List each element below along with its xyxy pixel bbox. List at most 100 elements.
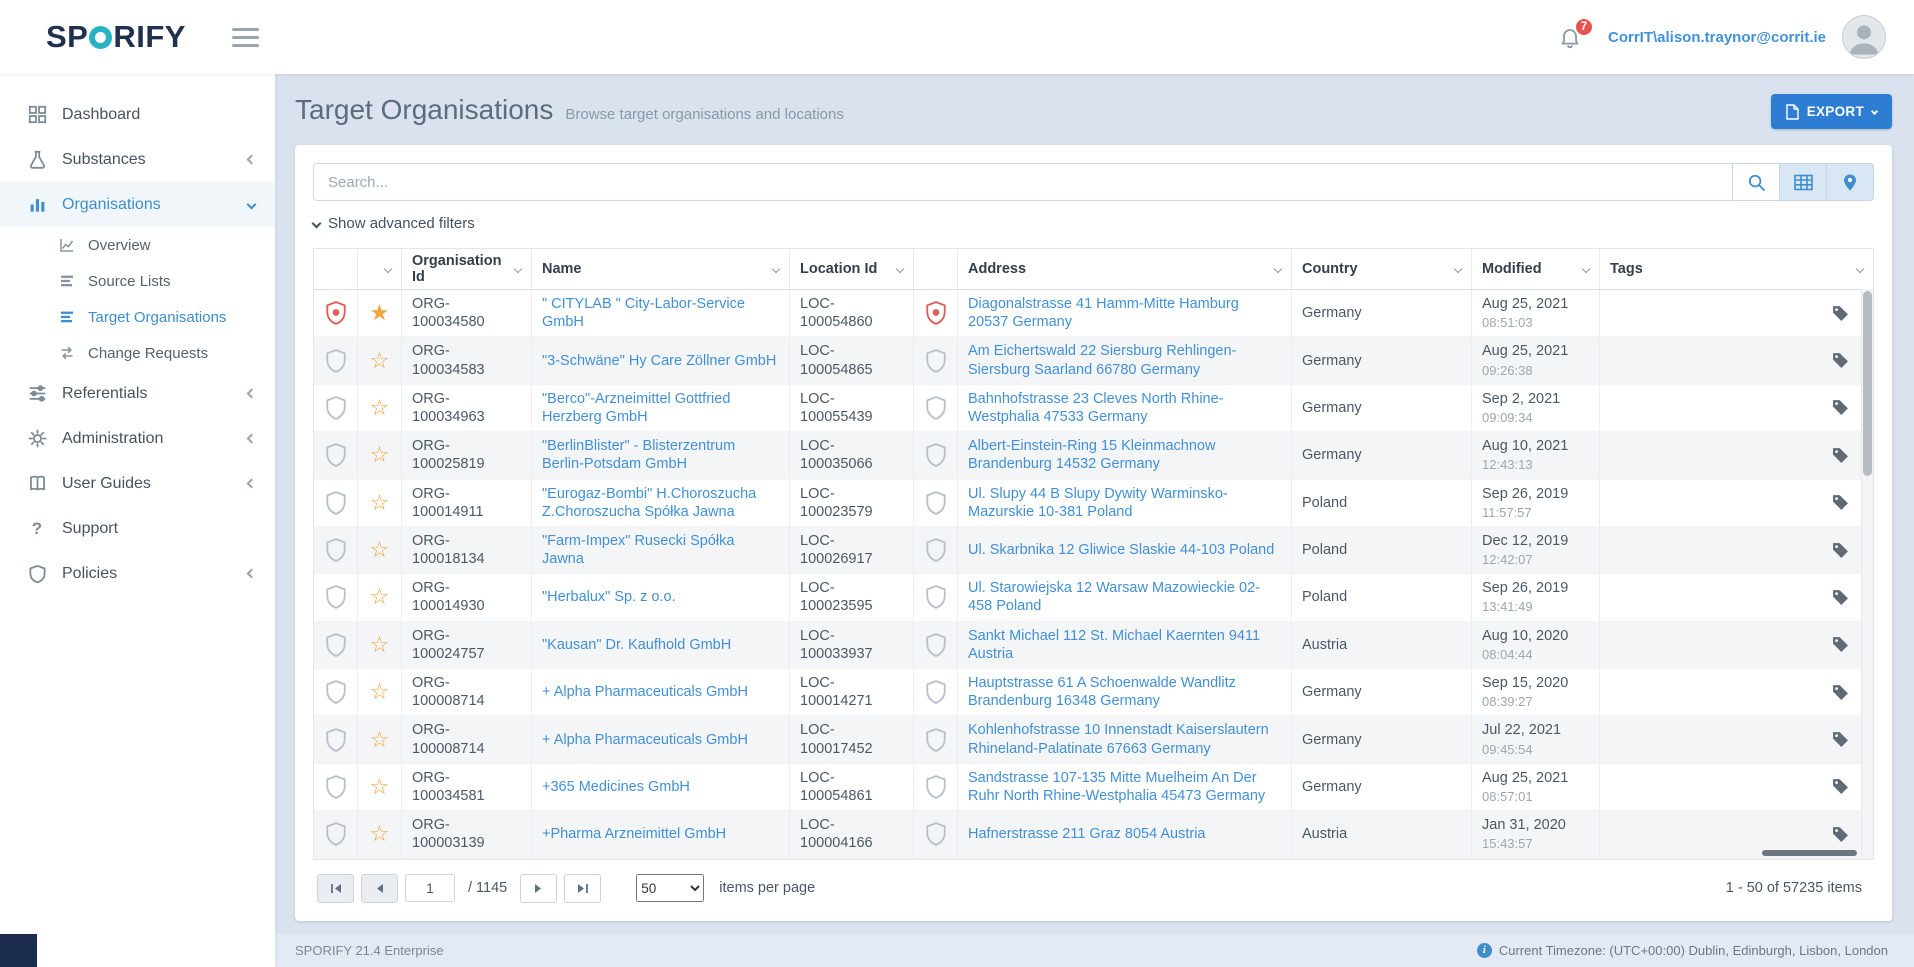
- location-shield-icon[interactable]: [925, 822, 947, 846]
- address-link[interactable]: Albert-Einstein-Ring 15 Kleinmachnow Bra…: [968, 437, 1281, 473]
- organisation-shield-icon[interactable]: [325, 349, 347, 373]
- vertical-scrollbar[interactable]: [1861, 289, 1873, 859]
- next-page-button[interactable]: [520, 874, 557, 903]
- table-row[interactable]: ☆ ORG-100024757 "Kausan" Dr. Kaufhold Gm…: [314, 622, 1873, 669]
- previous-page-button[interactable]: [361, 874, 398, 903]
- sidebar-item-target-organisations[interactable]: Target Organisations: [0, 299, 275, 335]
- tag-icon[interactable]: [1832, 399, 1849, 416]
- column-header-location-shield[interactable]: [914, 249, 958, 289]
- address-link[interactable]: Hafnerstrasse 211 Graz 8054 Austria: [968, 825, 1281, 843]
- organisation-name-link[interactable]: +Pharma Arzneimittel GmbH: [542, 825, 779, 843]
- page-size-select[interactable]: 50: [636, 874, 704, 902]
- user-account-menu[interactable]: CorrIT\alison.traynor@corrit.ie: [1608, 29, 1826, 46]
- star-icon[interactable]: ☆: [370, 823, 390, 845]
- tag-icon[interactable]: [1832, 494, 1849, 511]
- table-row[interactable]: ☆ ORG-100014930 "Herbalux" Sp. z o.o. LO…: [314, 574, 1873, 621]
- sidebar-item-organisations[interactable]: Organisations: [0, 182, 275, 227]
- column-header-favourite[interactable]: [358, 249, 402, 289]
- organisation-name-link[interactable]: "Farm-Impex" Rusecki Spółka Jawna: [542, 532, 779, 568]
- organisation-shield-icon[interactable]: [325, 538, 347, 562]
- address-link[interactable]: Bahnhofstrasse 23 Cleves North Rhine-Wes…: [968, 390, 1281, 426]
- address-link[interactable]: Diagonalstrasse 41 Hamm-Mitte Hamburg 20…: [968, 295, 1281, 331]
- star-icon[interactable]: ☆: [370, 681, 390, 703]
- address-link[interactable]: Ul. Skarbnika 12 Gliwice Slaskie 44-103 …: [968, 541, 1281, 559]
- location-shield-icon[interactable]: [925, 728, 947, 752]
- organisation-shield-icon[interactable]: [325, 822, 347, 846]
- column-header-organisation-id[interactable]: Organisation Id: [402, 249, 532, 289]
- star-icon[interactable]: ☆: [370, 444, 390, 466]
- star-icon[interactable]: ☆: [370, 492, 390, 514]
- sidebar-item-overview[interactable]: Overview: [0, 227, 275, 263]
- sidebar-item-user-guides[interactable]: User Guides: [0, 461, 275, 506]
- organisation-shield-icon[interactable]: [325, 301, 347, 325]
- tag-icon[interactable]: [1832, 589, 1849, 606]
- location-shield-icon[interactable]: [925, 680, 947, 704]
- tag-icon[interactable]: [1832, 684, 1849, 701]
- tag-icon[interactable]: [1832, 542, 1849, 559]
- search-button[interactable]: [1732, 163, 1780, 201]
- sidebar-item-support[interactable]: ? Support: [0, 506, 275, 551]
- star-icon[interactable]: ☆: [370, 729, 390, 751]
- organisation-shield-icon[interactable]: [325, 491, 347, 515]
- first-page-button[interactable]: [317, 874, 354, 903]
- sidebar-collapse-button[interactable]: [0, 934, 37, 967]
- table-row[interactable]: ☆ ORG-100014911 "Eurogaz-Bombi" H.Choros…: [314, 480, 1873, 527]
- column-header-location-id[interactable]: Location Id: [790, 249, 914, 289]
- organisation-name-link[interactable]: " CITYLAB " City-Labor-Service GmbH: [542, 295, 779, 331]
- address-link[interactable]: Hauptstrasse 61 A Schoenwalde Wandlitz B…: [968, 674, 1281, 710]
- organisation-name-link[interactable]: + Alpha Pharmaceuticals GmbH: [542, 731, 779, 749]
- organisation-shield-icon[interactable]: [325, 728, 347, 752]
- star-icon[interactable]: ☆: [370, 350, 390, 372]
- location-shield-icon[interactable]: [925, 301, 947, 325]
- table-row[interactable]: ★ ORG-100034580 " CITYLAB " City-Labor-S…: [314, 290, 1873, 337]
- organisation-shield-icon[interactable]: [325, 680, 347, 704]
- sporify-logo[interactable]: SPRIFY: [46, 19, 186, 55]
- column-header-address[interactable]: Address: [958, 249, 1292, 289]
- location-shield-icon[interactable]: [925, 491, 947, 515]
- table-view-button[interactable]: [1779, 163, 1827, 201]
- table-row[interactable]: ☆ ORG-100018134 "Farm-Impex" Rusecki Spó…: [314, 527, 1873, 574]
- sidebar-item-source-lists[interactable]: Source Lists: [0, 263, 275, 299]
- star-icon[interactable]: ☆: [370, 397, 390, 419]
- sidebar-item-policies[interactable]: Policies: [0, 551, 275, 596]
- vertical-scrollbar-thumb[interactable]: [1863, 291, 1872, 476]
- tag-icon[interactable]: [1832, 636, 1849, 653]
- search-input[interactable]: [313, 163, 1733, 201]
- page-number-input[interactable]: [405, 874, 455, 902]
- organisation-name-link[interactable]: + Alpha Pharmaceuticals GmbH: [542, 683, 779, 701]
- export-button[interactable]: EXPORT: [1771, 94, 1892, 129]
- map-view-button[interactable]: [1826, 163, 1874, 201]
- tag-icon[interactable]: [1832, 731, 1849, 748]
- avatar[interactable]: [1842, 15, 1886, 59]
- table-row[interactable]: ☆ ORG-100008714 + Alpha Pharmaceuticals …: [314, 669, 1873, 716]
- tag-icon[interactable]: [1832, 778, 1849, 795]
- last-page-button[interactable]: [564, 874, 601, 903]
- show-advanced-filters-toggle[interactable]: Show advanced filters: [313, 215, 475, 232]
- location-shield-icon[interactable]: [925, 443, 947, 467]
- location-shield-icon[interactable]: [925, 775, 947, 799]
- address-link[interactable]: Ul. Slupy 44 B Slupy Dywity Warminsko-Ma…: [968, 485, 1281, 521]
- organisation-shield-icon[interactable]: [325, 775, 347, 799]
- sidebar-item-change-requests[interactable]: Change Requests: [0, 335, 275, 371]
- star-icon[interactable]: ★: [370, 302, 390, 324]
- organisation-shield-icon[interactable]: [325, 585, 347, 609]
- sidebar-item-referentials[interactable]: Referentials: [0, 371, 275, 416]
- table-row[interactable]: ☆ ORG-100034583 "3-Schwäne" Hy Care Zöll…: [314, 337, 1873, 384]
- organisation-name-link[interactable]: "Eurogaz-Bombi" H.Choroszucha Z.Choroszu…: [542, 485, 779, 521]
- organisation-name-link[interactable]: +365 Medicines GmbH: [542, 778, 779, 796]
- address-link[interactable]: Sankt Michael 112 St. Michael Kaernten 9…: [968, 627, 1281, 663]
- tag-icon[interactable]: [1832, 352, 1849, 369]
- notifications-button[interactable]: 7: [1558, 25, 1582, 49]
- column-header-tags[interactable]: Tags: [1600, 249, 1873, 289]
- location-shield-icon[interactable]: [925, 633, 947, 657]
- sidebar-item-dashboard[interactable]: Dashboard: [0, 92, 275, 137]
- tag-icon[interactable]: [1832, 447, 1849, 464]
- table-row[interactable]: ☆ ORG-100034581 +365 Medicines GmbH LOC-…: [314, 764, 1873, 811]
- tag-icon[interactable]: [1832, 305, 1849, 322]
- star-icon[interactable]: ☆: [370, 776, 390, 798]
- star-icon[interactable]: ☆: [370, 539, 390, 561]
- column-header-name[interactable]: Name: [532, 249, 790, 289]
- organisation-name-link[interactable]: "Kausan" Dr. Kaufhold GmbH: [542, 636, 779, 654]
- organisation-name-link[interactable]: "BerlinBlister" - Blisterzentrum Berlin-…: [542, 437, 779, 473]
- sidebar-item-administration[interactable]: Administration: [0, 416, 275, 461]
